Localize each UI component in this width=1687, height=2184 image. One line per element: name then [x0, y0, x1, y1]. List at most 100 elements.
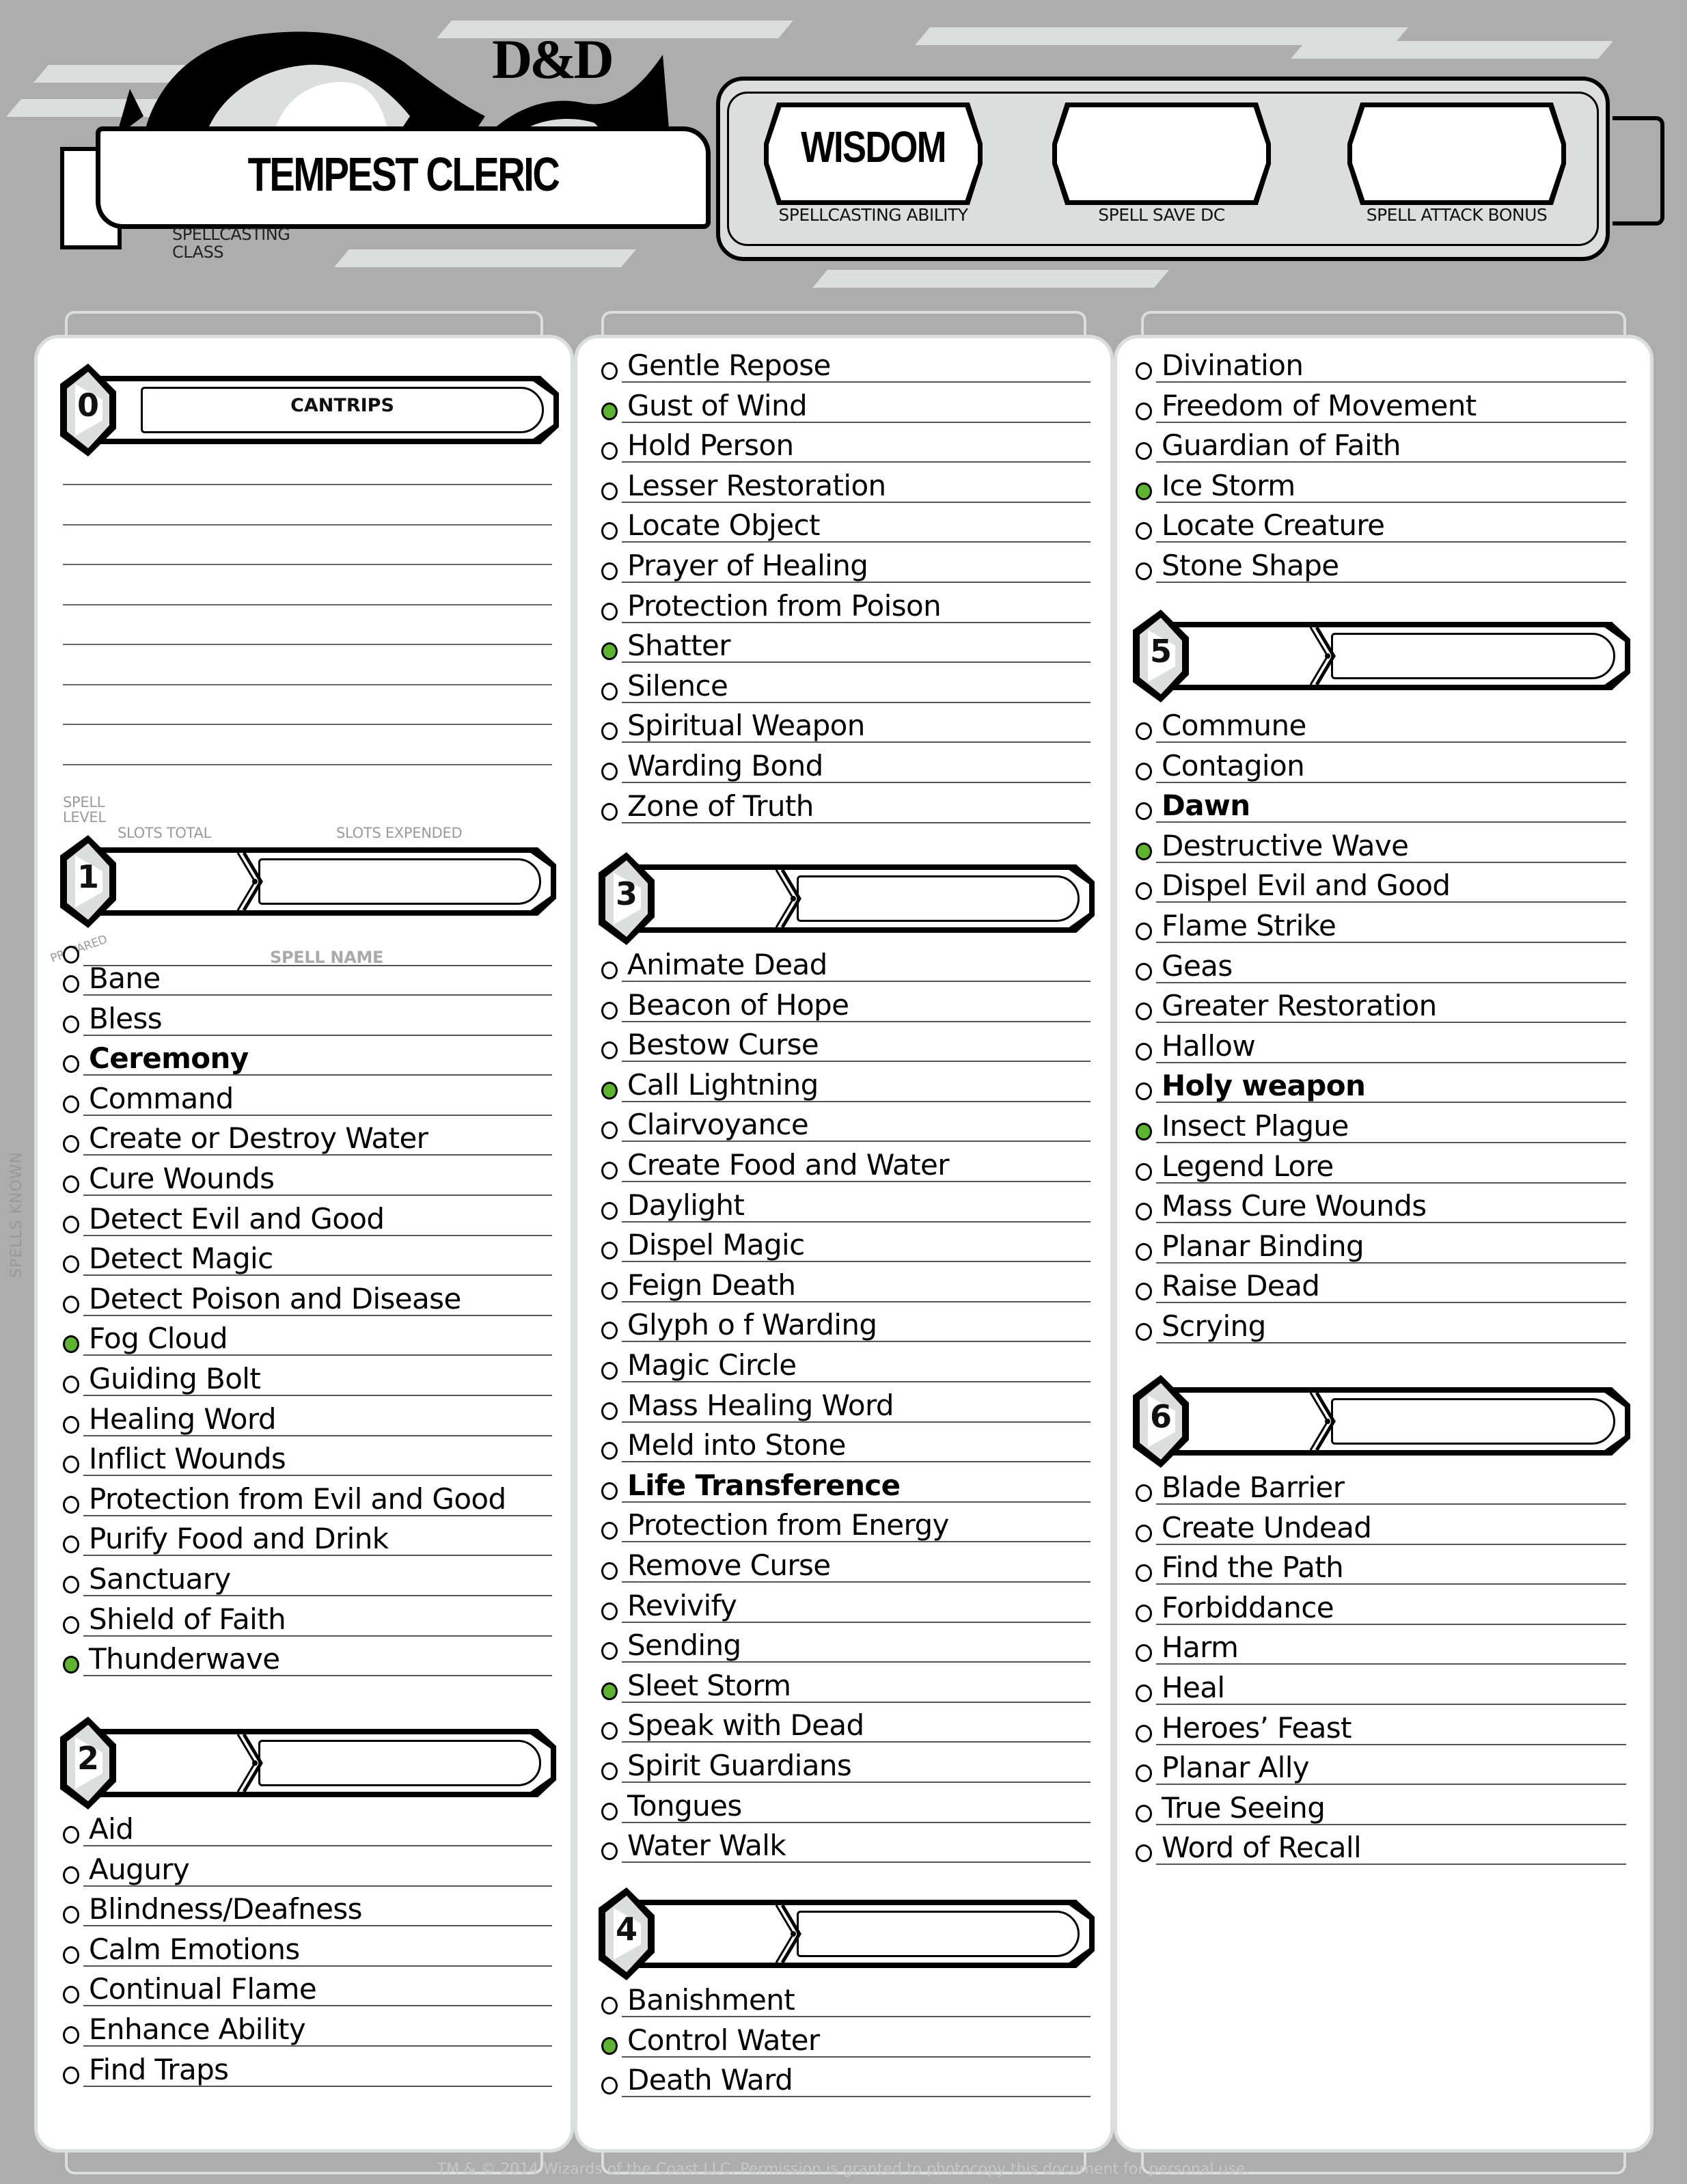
spell-name[interactable]: Word of Recall — [1162, 1831, 1362, 1864]
spell-name[interactable]: True Seeing — [1162, 1791, 1326, 1825]
prepared-checkbox[interactable] — [601, 1522, 618, 1540]
level-2-slots-expended[interactable] — [258, 1740, 541, 1786]
spell-name[interactable]: Hallow — [1162, 1029, 1256, 1063]
spell-name[interactable]: Call Lightning — [627, 1068, 819, 1102]
spell-name[interactable]: Inflict Wounds — [89, 1443, 286, 1475]
prepared-checkbox[interactable] — [601, 1762, 618, 1780]
prepared-checkbox[interactable] — [1136, 1323, 1152, 1341]
prepared-checkbox[interactable] — [1136, 1524, 1152, 1542]
prepared-checkbox[interactable] — [601, 1602, 618, 1620]
spell-name[interactable]: Daylight — [627, 1188, 745, 1222]
spell-name[interactable]: Life Transference — [627, 1469, 901, 1502]
spell-name[interactable]: Shield of Faith — [89, 1602, 286, 1636]
spell-name[interactable]: Bestow Curse — [627, 1028, 819, 1061]
prepared-checkbox[interactable] — [63, 1095, 79, 1113]
prepared-checkbox[interactable] — [1136, 762, 1152, 780]
spell-name[interactable]: Silence — [627, 669, 728, 702]
spell-name[interactable]: Gentle Repose — [627, 349, 831, 382]
spell-name[interactable]: Raise Dead — [1162, 1270, 1320, 1302]
spell-name[interactable]: Magic Circle — [627, 1349, 797, 1382]
cantrip-entry-line[interactable] — [63, 523, 552, 525]
spell-name[interactable]: Speak with Dead — [627, 1709, 864, 1742]
prepared-checkbox[interactable] — [601, 562, 618, 580]
spell-name[interactable]: Planar Ally — [1162, 1751, 1310, 1784]
prepared-checkbox-checked[interactable] — [63, 1335, 79, 1354]
level-3-slots-expended[interactable] — [797, 875, 1080, 922]
spell-name[interactable]: Sleet Storm — [627, 1669, 791, 1702]
prepared-checkbox[interactable] — [63, 1295, 79, 1313]
spell-name[interactable]: Death Ward — [627, 2064, 793, 2097]
prepared-checkbox[interactable] — [601, 1997, 618, 2015]
prepared-checkbox[interactable] — [1136, 402, 1152, 420]
spell-name[interactable]: Heal — [1162, 1671, 1225, 1704]
prepared-checkbox[interactable] — [63, 1535, 79, 1554]
prepared-checkbox[interactable] — [1136, 1644, 1152, 1663]
cantrip-entry-line[interactable] — [63, 644, 552, 645]
prepared-checkbox[interactable] — [601, 1642, 618, 1661]
spell-name[interactable]: Zone of Truth — [627, 789, 814, 823]
level-1-slots-expended[interactable] — [258, 858, 541, 905]
spell-name[interactable]: Divination — [1162, 349, 1304, 382]
level-6-slots-expended[interactable] — [1331, 1398, 1615, 1445]
prepared-checkbox[interactable] — [1136, 1484, 1152, 1502]
spell-name[interactable]: Tongues — [627, 1789, 742, 1823]
cantrip-entry-line[interactable] — [63, 564, 552, 565]
prepared-checkbox[interactable] — [1136, 1564, 1152, 1583]
prepared-checkbox[interactable] — [63, 1175, 79, 1193]
cantrip-entry-line[interactable] — [63, 763, 552, 765]
spell-name[interactable]: Prayer of Healing — [627, 549, 868, 582]
spell-name[interactable]: Create Undead — [1162, 1511, 1372, 1544]
spell-name[interactable]: Dispel Magic — [627, 1229, 805, 1261]
prepared-checkbox[interactable] — [63, 1376, 79, 1393]
spellcasting-class-value[interactable]: TEMPEST CLERIC — [157, 147, 649, 202]
prepared-checkbox[interactable] — [63, 1055, 79, 1074]
spell-name[interactable]: Create or Destroy Water — [89, 1122, 428, 1155]
spell-name[interactable]: Create Food and Water — [627, 1149, 950, 1182]
level-2-slots-total[interactable] — [122, 1738, 245, 1788]
spell-name[interactable]: Detect Evil and Good — [89, 1202, 385, 1236]
prepared-checkbox[interactable] — [1136, 362, 1152, 380]
spell-name[interactable]: Continual Flame — [89, 1973, 317, 2006]
spell-name[interactable]: Healing Word — [89, 1402, 276, 1436]
cantrip-entry-line[interactable] — [63, 683, 552, 685]
spell-name[interactable]: Spirit Guardians — [627, 1749, 852, 1782]
prepared-checkbox[interactable] — [601, 1442, 618, 1460]
prepared-checkbox-checked[interactable] — [601, 642, 618, 661]
prepared-checkbox[interactable] — [63, 1495, 79, 1514]
prepared-checkbox[interactable] — [1136, 1162, 1152, 1181]
spell-name[interactable]: Cure Wounds — [89, 1162, 275, 1195]
prepared-checkbox-checked[interactable] — [601, 1081, 618, 1100]
prepared-checkbox[interactable] — [1136, 1002, 1152, 1021]
spell-name[interactable]: Banishment — [627, 1984, 795, 2017]
prepared-checkbox-checked[interactable] — [1136, 1123, 1152, 1141]
prepared-checkbox[interactable] — [601, 1362, 618, 1380]
prepared-checkbox[interactable] — [63, 1135, 79, 1154]
spell-name[interactable]: Command — [89, 1082, 234, 1115]
prepared-checkbox[interactable] — [63, 1015, 79, 1033]
prepared-checkbox[interactable] — [601, 1121, 618, 1140]
spell-name[interactable]: Warding Bond — [627, 750, 823, 782]
spell-name[interactable]: Enhance Ability — [89, 2013, 306, 2046]
level-4-slots-expended[interactable] — [797, 1911, 1080, 1957]
prepared-checkbox[interactable] — [1136, 722, 1152, 740]
prepared-checkbox[interactable] — [601, 1281, 618, 1300]
spell-name[interactable]: Mass Healing Word — [627, 1389, 894, 1422]
spell-name[interactable]: Insect Plague — [1162, 1110, 1349, 1143]
spell-name[interactable]: Flame Strike — [1162, 910, 1336, 942]
prepared-checkbox[interactable] — [601, 482, 618, 500]
spell-name[interactable]: Ceremony — [89, 1042, 249, 1075]
spell-name[interactable]: Detect Poison and Disease — [89, 1282, 461, 1315]
prepared-checkbox[interactable] — [1136, 1042, 1152, 1061]
prepared-checkbox[interactable] — [1136, 1604, 1152, 1622]
spell-name[interactable]: Augury — [89, 1853, 190, 1886]
spell-name[interactable]: Shatter — [627, 629, 730, 662]
prepared-checkbox[interactable] — [63, 1255, 79, 1274]
spell-name[interactable]: Animate Dead — [627, 948, 827, 981]
prepared-checkbox[interactable] — [1136, 442, 1152, 461]
spell-name[interactable]: Protection from Poison — [627, 589, 942, 623]
prepared-checkbox[interactable] — [1136, 923, 1152, 940]
spell-name[interactable]: Detect Magic — [89, 1242, 273, 1275]
spell-name[interactable]: Control Water — [627, 2023, 820, 2057]
spell-name[interactable]: Guardian of Faith — [1162, 429, 1401, 462]
spell-name[interactable]: Calm Emotions — [89, 1933, 300, 1966]
